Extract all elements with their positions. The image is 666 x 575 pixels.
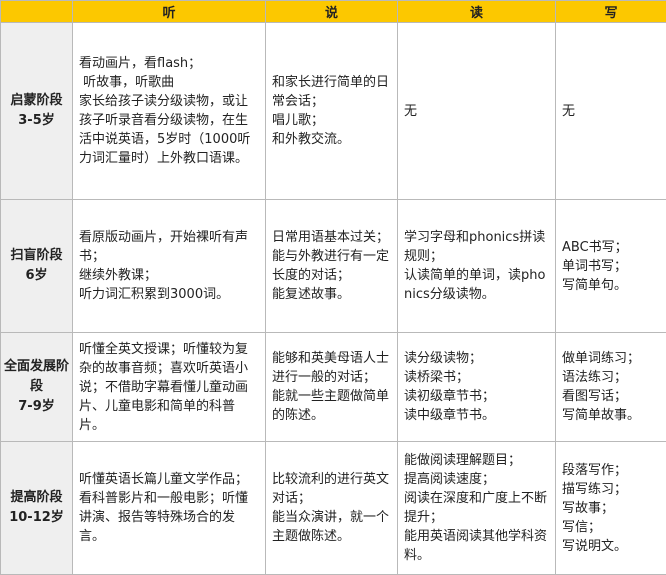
stage-cell: 全面发展阶段 7-9岁 (1, 333, 73, 442)
header-row: 听 说 读 写 (1, 1, 666, 23)
read-cell: 读分级读物； 读桥梁书； 读初级章节书； 读中级章节书。 (398, 333, 556, 442)
header-write: 写 (556, 1, 666, 23)
read-cell: 能做阅读理解题目； 提高阅读速度； 阅读在深度和广度上不断提升； 能用英语阅读其… (398, 442, 556, 575)
read-cell: 学习字母和phonics拼读规则； 认读简单的单词，读phonics分级读物。 (398, 200, 556, 333)
write-cell: 段落写作； 描写练习； 写故事； 写信； 写说明文。 (556, 442, 666, 575)
listen-cell: 看原版动画片，开始裸听有声书； 继续外教课； 听力词汇积累到3000词。 (73, 200, 266, 333)
stage-cell: 启蒙阶段 3-5岁 (1, 23, 73, 200)
table-row: 全面发展阶段 7-9岁 听懂全英文授课；听懂较为复杂的故事音频；喜欢听英语小说；… (1, 333, 666, 442)
table-row: 扫盲阶段 6岁 看原版动画片，开始裸听有声书； 继续外教课； 听力词汇积累到30… (1, 200, 666, 333)
speak-cell: 和家长进行简单的日常会话； 唱儿歌； 和外教交流。 (266, 23, 398, 200)
speak-cell: 比较流利的进行英文对话； 能当众演讲，就一个主题做陈述。 (266, 442, 398, 575)
stage-name: 提高阶段 (2, 488, 71, 508)
write-cell: ABC书写； 单词书写； 写简单句。 (556, 200, 666, 333)
read-cell: 无 (398, 23, 556, 200)
listen-cell: 听懂英语长篇儿童文学作品；看科普影片和一般电影；听懂讲演、报告等特殊场合的发言。 (73, 442, 266, 575)
speak-cell: 日常用语基本过关； 能与外教进行有一定长度的对话； 能复述故事。 (266, 200, 398, 333)
header-listen: 听 (73, 1, 266, 23)
header-speak: 说 (266, 1, 398, 23)
write-cell: 无 (556, 23, 666, 200)
stage-age: 7-9岁 (2, 397, 71, 417)
header-corner (1, 1, 73, 23)
table-row: 提高阶段 10-12岁 听懂英语长篇儿童文学作品；看科普影片和一般电影；听懂讲演… (1, 442, 666, 575)
table-row: 启蒙阶段 3-5岁 看动画片，看flash； 听故事，听歌曲 家长给孩子读分级读… (1, 23, 666, 200)
speak-cell: 能够和英美母语人士进行一般的对话； 能就一些主题做简单的陈述。 (266, 333, 398, 442)
listen-cell: 看动画片，看flash； 听故事，听歌曲 家长给孩子读分级读物，或让孩子听录音看… (73, 23, 266, 200)
stage-age: 3-5岁 (2, 111, 71, 131)
stage-age: 6岁 (2, 266, 71, 286)
stage-age: 10-12岁 (2, 508, 71, 528)
header-read: 读 (398, 1, 556, 23)
stage-name: 全面发展阶段 (2, 357, 71, 397)
learning-stages-table: 听 说 读 写 启蒙阶段 3-5岁 看动画片，看flash； 听故事，听歌曲 家… (0, 0, 666, 575)
stage-name: 扫盲阶段 (2, 246, 71, 266)
write-cell: 做单词练习； 语法练习； 看图写话； 写简单故事。 (556, 333, 666, 442)
stage-cell: 扫盲阶段 6岁 (1, 200, 73, 333)
listen-cell: 听懂全英文授课；听懂较为复杂的故事音频；喜欢听英语小说；不借助字幕看懂儿童动画片… (73, 333, 266, 442)
stage-cell: 提高阶段 10-12岁 (1, 442, 73, 575)
stage-name: 启蒙阶段 (2, 91, 71, 111)
